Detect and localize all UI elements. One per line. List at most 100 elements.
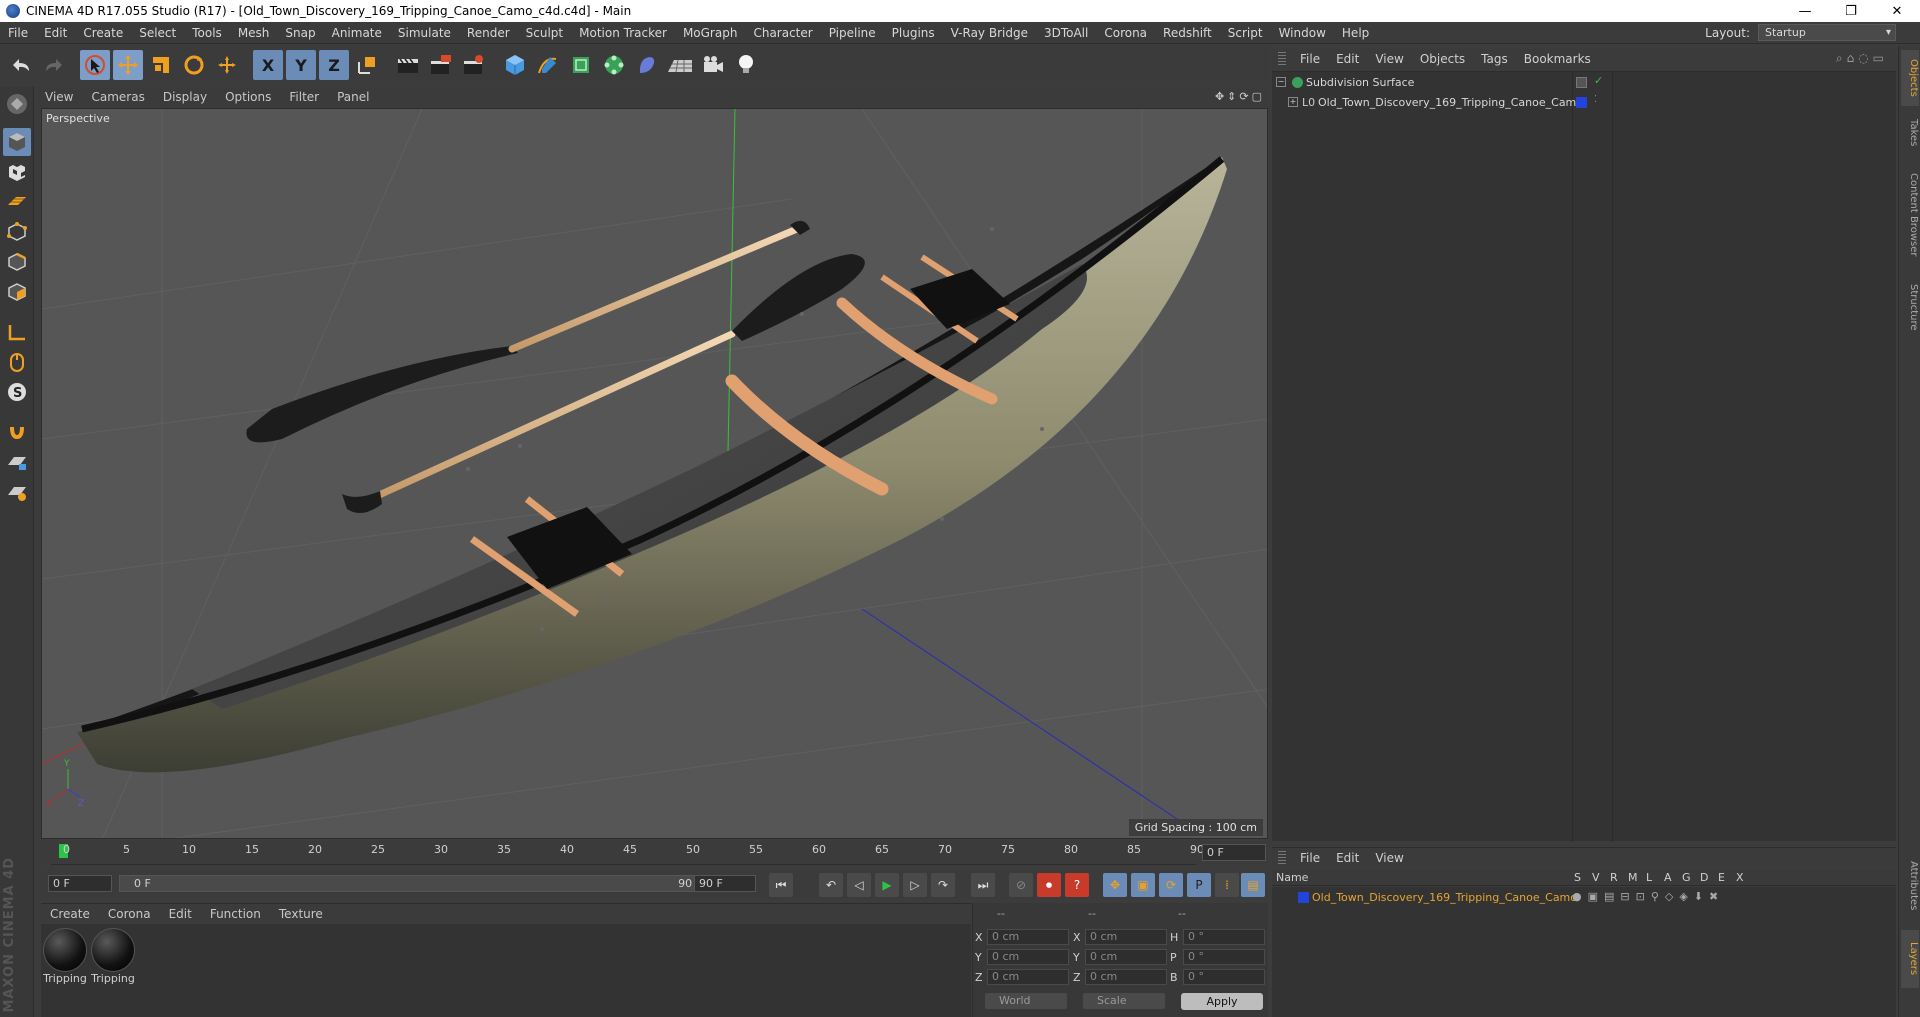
pan-view-icon[interactable]: ✥ [1215,90,1224,103]
scale-tool-icon[interactable] [146,50,176,80]
maximize-button[interactable]: ❐ [1828,0,1874,22]
layer-color-icon[interactable] [1298,892,1309,903]
undo-icon[interactable] [6,50,36,80]
om-menu-file[interactable]: File [1292,52,1328,66]
lm-menu-edit[interactable]: Edit [1328,851,1367,865]
panel-grip-icon[interactable] [1278,52,1286,66]
axis-mode-icon[interactable] [3,318,31,346]
key-rotation-icon[interactable]: ⟳ [1159,873,1183,897]
menu-redshift[interactable]: Redshift [1155,22,1220,44]
viewport-menu-options[interactable]: Options [216,90,280,104]
menu-pipeline[interactable]: Pipeline [821,22,884,44]
workplane-icon[interactable] [3,188,31,216]
rotation-b-field[interactable]: 0 ° [1183,969,1265,985]
menu-sculpt[interactable]: Sculpt [518,22,571,44]
material-menu-corona[interactable]: Corona [99,907,160,921]
key-pla-icon[interactable]: ⁞ [1215,873,1239,897]
redo-icon[interactable] [39,50,69,80]
orbit-view-icon[interactable]: ⟳ [1239,90,1248,103]
light-icon[interactable] [731,50,761,80]
spline-pen-icon[interactable] [533,50,563,80]
timeline-window-icon[interactable]: ▤ [1241,873,1265,897]
grid-snap-icon[interactable] [3,478,31,506]
menu-motion-tracker[interactable]: Motion Tracker [571,22,675,44]
material-menu-create[interactable]: Create [41,907,99,921]
maximize-view-icon[interactable]: ▢ [1252,90,1262,103]
make-editable-icon[interactable] [3,90,31,118]
current-frame-field[interactable]: 0 F [1202,844,1266,861]
viewport-menu-filter[interactable]: Filter [280,90,328,104]
menu-mesh[interactable]: Mesh [230,22,278,44]
menu-file[interactable]: File [0,22,36,44]
timeline-ruler[interactable]: 0 5 10 15 20 25 30 35 40 45 50 55 60 65 … [41,841,1268,865]
menu-vray-bridge[interactable]: V-Ray Bridge [943,22,1036,44]
menu-corona[interactable]: Corona [1096,22,1155,44]
frame-ruler[interactable]: 0 5 10 15 20 25 30 35 40 45 50 55 60 65 … [51,841,1204,865]
collapse-toggle-icon[interactable]: − [1276,77,1286,87]
menu-script[interactable]: Script [1220,22,1271,44]
layer-swatch-icon[interactable] [1576,77,1587,88]
menu-3dtoall[interactable]: 3DToAll [1036,22,1096,44]
next-frame-icon[interactable]: ▷ [903,873,927,897]
render-to-picture-viewer-icon[interactable] [426,50,456,80]
key-parameter-icon[interactable]: P [1187,873,1211,897]
cube-primitive-icon[interactable] [500,50,530,80]
om-menu-objects[interactable]: Objects [1412,52,1473,66]
menu-tools[interactable]: Tools [184,22,230,44]
object-row-canoe[interactable]: + L0 Old_Town_Discovery_169_Tripping_Can… [1272,94,1896,112]
snap-magnet-icon[interactable] [3,416,31,444]
polygons-mode-icon[interactable] [3,278,31,306]
expand-toggle-icon[interactable]: + [1288,97,1298,107]
close-button[interactable]: ✕ [1874,0,1920,22]
live-selection-icon[interactable] [80,50,110,80]
dolly-view-icon[interactable]: ⇕ [1227,90,1236,103]
texture-mode-icon[interactable] [3,158,31,186]
layer-row[interactable]: Old_Town_Discovery_169_Tripping_Canoe_Ca… [1272,889,1896,907]
camera-icon[interactable] [698,50,728,80]
menu-simulate[interactable]: Simulate [390,22,459,44]
start-frame-field[interactable]: 0 F [48,875,112,892]
tab-layers[interactable]: Layers [1901,930,1919,988]
autokeying-icon[interactable]: ⏺ [1037,873,1061,897]
om-menu-view[interactable]: View [1367,52,1411,66]
render-settings-icon[interactable] [459,50,489,80]
3d-viewport[interactable]: Y X Z Perspective Grid Spacing : 100 cm [41,108,1268,839]
points-mode-icon[interactable] [3,218,31,246]
tab-structure[interactable]: Structure [1901,274,1919,340]
material-swatch[interactable]: Tripping [91,928,135,988]
key-scale-icon[interactable]: ▣ [1131,873,1155,897]
frame-range-slider[interactable]: 0 F 90 F [119,875,719,892]
go-to-start-icon[interactable]: ⏮ [769,873,793,897]
rotation-p-field[interactable]: 0 ° [1183,949,1265,965]
om-menu-edit[interactable]: Edit [1328,52,1367,66]
tab-attributes[interactable]: Attributes [1901,846,1919,926]
tab-content-browser[interactable]: Content Browser [1901,160,1919,270]
model-mode-icon[interactable] [3,128,31,156]
viewport-menu-panel[interactable]: Panel [328,90,378,104]
om-search-icon[interactable]: ⌕⌂◌▭ [1836,51,1888,66]
panel-grip-icon[interactable] [1278,850,1286,865]
position-z-field[interactable]: 0 cm [987,969,1069,985]
size-z-field[interactable]: 0 cm [1085,969,1167,985]
viewport-menu-view[interactable]: View [36,90,82,104]
viewport-menu-cameras[interactable]: Cameras [82,90,153,104]
subdivision-surface-icon[interactable] [566,50,596,80]
previous-frame-icon[interactable]: ◁ [847,873,871,897]
coordinate-space-dropdown[interactable]: World [985,993,1067,1009]
layer-flags-icon[interactable]: ●▣▤⊟⊡⚲◇◈⬇✖ [1572,890,1724,903]
previous-key-icon[interactable]: ↶ [819,873,843,897]
tab-takes[interactable]: Takes [1901,110,1919,156]
tab-objects[interactable]: Objects [1901,50,1919,106]
material-menu-edit[interactable]: Edit [160,907,201,921]
rotate-tool-icon[interactable] [179,50,209,80]
menu-animate[interactable]: Animate [324,22,390,44]
move-tool-icon[interactable] [113,50,143,80]
menu-help[interactable]: Help [1334,22,1377,44]
solo-mode-icon[interactable]: S [3,378,31,406]
lm-menu-view[interactable]: View [1367,851,1411,865]
transform-mode-dropdown[interactable]: Scale [1083,993,1165,1009]
menu-window[interactable]: Window [1271,22,1334,44]
menu-create[interactable]: Create [75,22,131,44]
position-x-field[interactable]: 0 cm [987,929,1069,945]
recent-tool-icon[interactable] [212,50,242,80]
